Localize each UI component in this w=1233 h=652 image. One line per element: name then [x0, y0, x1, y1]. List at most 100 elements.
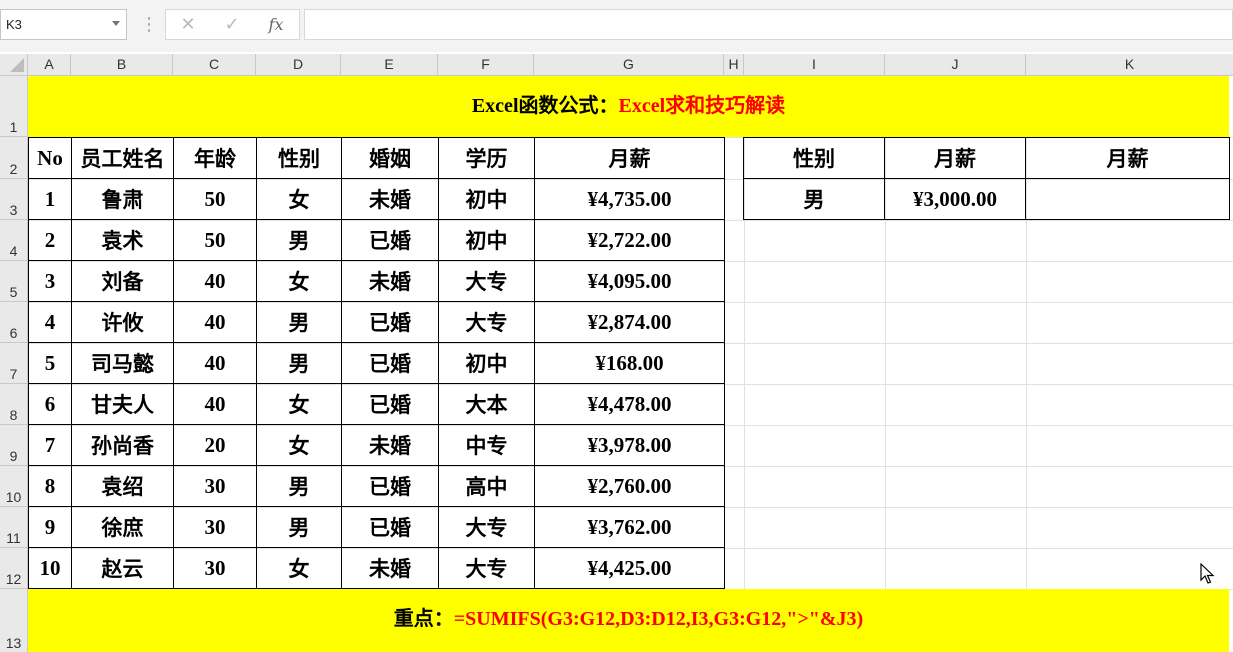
row-header-7[interactable]: 7: [0, 343, 28, 384]
criteria-salary-cell[interactable]: ¥3,000.00: [885, 179, 1026, 220]
table-cell[interactable]: 3: [29, 261, 72, 302]
table-cell[interactable]: 40: [174, 302, 257, 343]
row-header-2[interactable]: 2: [0, 137, 28, 179]
table-cell[interactable]: 6: [29, 384, 72, 425]
row-header-4[interactable]: 4: [0, 220, 28, 261]
table-cell[interactable]: ¥2,874.00: [535, 302, 725, 343]
table-cell[interactable]: 未婚: [342, 425, 439, 466]
table-cell[interactable]: 30: [174, 466, 257, 507]
table-cell[interactable]: 男: [257, 507, 342, 548]
table-cell[interactable]: 50: [174, 220, 257, 261]
header-cell[interactable]: 性别: [257, 138, 342, 179]
result-cell[interactable]: [1026, 179, 1230, 220]
row-header-5[interactable]: 5: [0, 261, 28, 302]
table-cell[interactable]: 甘夫人: [72, 384, 174, 425]
column-header-h[interactable]: H: [724, 54, 744, 76]
chevron-down-icon[interactable]: [112, 21, 120, 26]
header-cell[interactable]: 月薪: [535, 138, 725, 179]
table-cell[interactable]: 20: [174, 425, 257, 466]
table-cell[interactable]: 孙尚香: [72, 425, 174, 466]
table-cell[interactable]: 5: [29, 343, 72, 384]
column-header-e[interactable]: E: [341, 54, 438, 76]
table-cell[interactable]: 初中: [439, 343, 535, 384]
row-header-8[interactable]: 8: [0, 384, 28, 425]
table-cell[interactable]: ¥3,762.00: [535, 507, 725, 548]
table-cell[interactable]: 大本: [439, 384, 535, 425]
header-cell[interactable]: No: [29, 138, 72, 179]
table-cell[interactable]: 未婚: [342, 548, 439, 589]
table-cell[interactable]: 女: [257, 384, 342, 425]
table-cell[interactable]: 40: [174, 384, 257, 425]
title-banner[interactable]: Excel函数公式：Excel求和技巧解读: [28, 76, 1229, 137]
table-cell[interactable]: 男: [257, 220, 342, 261]
table-cell[interactable]: 女: [257, 548, 342, 589]
row-header-6[interactable]: 6: [0, 302, 28, 343]
table-cell[interactable]: ¥2,760.00: [535, 466, 725, 507]
table-cell[interactable]: 袁绍: [72, 466, 174, 507]
table-cell[interactable]: 已婚: [342, 507, 439, 548]
column-header-i[interactable]: I: [744, 54, 885, 76]
table-cell[interactable]: 袁术: [72, 220, 174, 261]
table-cell[interactable]: 40: [174, 343, 257, 384]
column-header-k[interactable]: K: [1026, 54, 1233, 76]
table-cell[interactable]: 许攸: [72, 302, 174, 343]
table-cell[interactable]: ¥4,095.00: [535, 261, 725, 302]
column-header-a[interactable]: A: [28, 54, 71, 76]
table-cell[interactable]: 高中: [439, 466, 535, 507]
table-cell[interactable]: 未婚: [342, 261, 439, 302]
formula-banner[interactable]: 重点：=SUMIFS(G3:G12,D3:D12,I3,G3:G12,">"&J…: [28, 589, 1229, 652]
insert-function-icon[interactable]: fx: [256, 10, 296, 39]
table-cell[interactable]: 已婚: [342, 384, 439, 425]
table-cell[interactable]: 刘备: [72, 261, 174, 302]
table-cell[interactable]: 30: [174, 507, 257, 548]
header-cell[interactable]: 月薪: [885, 138, 1026, 179]
row-header-9[interactable]: 9: [0, 425, 28, 466]
table-cell[interactable]: 司马懿: [72, 343, 174, 384]
table-cell[interactable]: 大专: [439, 261, 535, 302]
table-cell[interactable]: 已婚: [342, 302, 439, 343]
column-header-b[interactable]: B: [71, 54, 173, 76]
column-header-d[interactable]: D: [256, 54, 341, 76]
select-all-button[interactable]: [0, 54, 28, 76]
table-cell[interactable]: 女: [257, 261, 342, 302]
table-cell[interactable]: 2: [29, 220, 72, 261]
header-cell[interactable]: 性别: [744, 138, 885, 179]
table-cell[interactable]: ¥4,425.00: [535, 548, 725, 589]
table-cell[interactable]: ¥3,978.00: [535, 425, 725, 466]
table-cell[interactable]: 8: [29, 466, 72, 507]
table-cell[interactable]: 初中: [439, 179, 535, 220]
table-cell[interactable]: 大专: [439, 507, 535, 548]
table-cell[interactable]: 鲁肃: [72, 179, 174, 220]
table-cell[interactable]: 已婚: [342, 220, 439, 261]
table-cell[interactable]: 女: [257, 179, 342, 220]
table-cell[interactable]: 女: [257, 425, 342, 466]
table-cell[interactable]: 50: [174, 179, 257, 220]
table-cell[interactable]: 赵云: [72, 548, 174, 589]
table-cell[interactable]: 10: [29, 548, 72, 589]
table-cell[interactable]: 徐庶: [72, 507, 174, 548]
table-cell[interactable]: 已婚: [342, 343, 439, 384]
row-header-12[interactable]: 12: [0, 548, 28, 589]
table-cell[interactable]: 1: [29, 179, 72, 220]
column-header-f[interactable]: F: [438, 54, 534, 76]
column-header-j[interactable]: J: [885, 54, 1026, 76]
formula-input[interactable]: [304, 9, 1233, 40]
header-cell[interactable]: 月薪: [1026, 138, 1230, 179]
table-cell[interactable]: 中专: [439, 425, 535, 466]
table-cell[interactable]: 大专: [439, 548, 535, 589]
table-cell[interactable]: 男: [257, 343, 342, 384]
table-cell[interactable]: 30: [174, 548, 257, 589]
header-cell[interactable]: 婚姻: [342, 138, 439, 179]
header-cell[interactable]: 学历: [439, 138, 535, 179]
table-cell[interactable]: ¥2,722.00: [535, 220, 725, 261]
table-cell[interactable]: 9: [29, 507, 72, 548]
enter-icon[interactable]: ✓: [212, 10, 252, 39]
table-cell[interactable]: 男: [257, 466, 342, 507]
row-header-1[interactable]: 1: [0, 76, 28, 137]
row-header-11[interactable]: 11: [0, 507, 28, 548]
header-cell[interactable]: 年龄: [174, 138, 257, 179]
row-header-10[interactable]: 10: [0, 466, 28, 507]
table-cell[interactable]: 已婚: [342, 466, 439, 507]
row-header-3[interactable]: 3: [0, 179, 28, 220]
name-box[interactable]: K3: [0, 9, 127, 40]
